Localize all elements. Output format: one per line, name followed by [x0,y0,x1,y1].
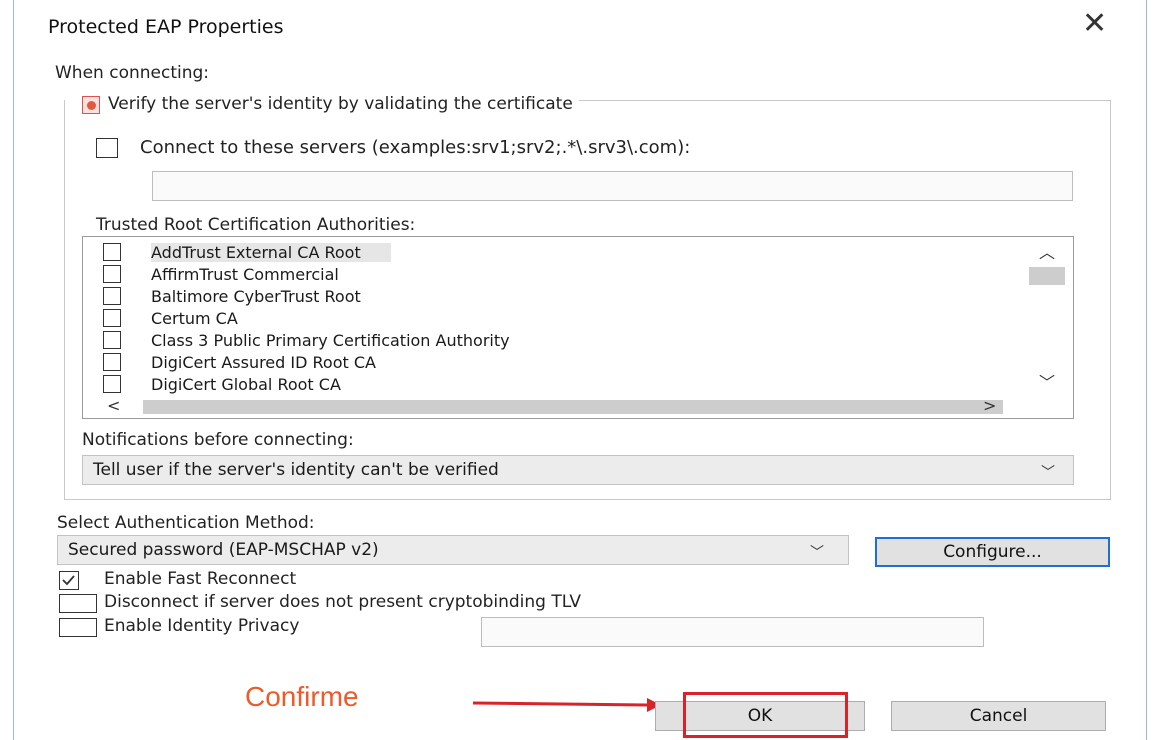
fast-reconnect-checkbox[interactable] [59,571,79,590]
configure-button[interactable]: Configure... [875,537,1110,567]
verify-server-label: Verify the server's identity by validati… [108,94,579,114]
disconnect-cryptobinding-checkbox[interactable] [59,594,97,613]
list-item-checkbox[interactable] [103,309,121,327]
list-item-checkbox[interactable] [103,353,121,371]
list-item-label: AffirmTrust Commercial [151,264,339,284]
annotation-arrow-icon [473,698,661,712]
connect-servers-label: Connect to these servers (examples:srv1;… [140,137,691,158]
window-left-edge [13,0,14,740]
list-item-label: AddTrust External CA Root [151,242,391,262]
notifications-label: Notifications before connecting: [82,430,354,450]
scroll-right-icon[interactable]: > [983,398,996,414]
close-icon[interactable]: ✕ [1082,9,1107,39]
checked-mark-icon [86,100,96,110]
list-item-checkbox[interactable] [103,265,121,283]
scroll-up-icon[interactable]: ︿ [1039,245,1055,261]
auth-method-select[interactable]: Secured password (EAP-MSCHAP v2) ﹀ [57,535,849,565]
horizontal-scroll-thumb[interactable] [143,400,1003,414]
when-connecting-label: When connecting: [55,63,210,83]
disconnect-cryptobinding-label: Disconnect if server does not present cr… [104,592,581,612]
window-title: Protected EAP Properties [48,16,284,38]
cancel-button[interactable]: Cancel [891,701,1106,731]
scroll-left-icon[interactable]: < [107,398,120,414]
notifications-select[interactable]: Tell user if the server's identity can't… [82,455,1074,485]
identity-privacy-label: Enable Identity Privacy [104,616,300,636]
auth-method-label: Select Authentication Method: [57,513,315,533]
list-item-label: DigiCert Assured ID Root CA [151,352,376,372]
connect-servers-checkbox[interactable] [96,138,118,158]
group-border-right [1110,100,1111,500]
group-border-bottom [64,499,1111,500]
horizontal-scrollbar[interactable]: < > [83,396,1073,418]
list-item-label: DigiCert Global Root CA [151,374,341,394]
identity-privacy-checkbox[interactable] [59,618,97,637]
chevron-down-icon: ﹀ [810,545,824,561]
fast-reconnect-label: Enable Fast Reconnect [104,569,297,589]
trusted-roots-label: Trusted Root Certification Authorities: [96,215,416,235]
scroll-down-icon[interactable]: ﹀ [1039,375,1055,391]
trusted-roots-list[interactable]: AddTrust External CA Root AffirmTrust Co… [82,236,1074,419]
auth-method-selected-value: Secured password (EAP-MSCHAP v2) [68,540,379,560]
group-border-left [64,100,65,500]
list-item-checkbox[interactable] [103,331,121,349]
confirm-annotation: Confirme [245,681,359,712]
window-right-edge [1146,0,1147,740]
list-item-checkbox[interactable] [103,287,121,305]
vertical-scrollbar[interactable]: ︿ ﹀ [1021,237,1073,397]
vertical-scroll-thumb[interactable] [1029,267,1065,285]
servers-input[interactable] [152,171,1073,201]
ok-highlight-box [683,692,848,738]
notifications-selected-value: Tell user if the server's identity can't… [93,460,499,480]
chevron-down-icon: ﹀ [1041,465,1055,481]
verify-server-checkbox[interactable] [82,96,100,114]
list-item-label: Certum CA [151,308,238,328]
list-item-label: Baltimore CyberTrust Root [151,286,361,306]
list-item-label: Class 3 Public Primary Certification Aut… [151,330,510,350]
list-item-checkbox[interactable] [103,375,121,393]
identity-privacy-input[interactable] [481,617,984,647]
list-item-checkbox[interactable] [103,243,121,261]
checkmark-icon [62,575,75,586]
